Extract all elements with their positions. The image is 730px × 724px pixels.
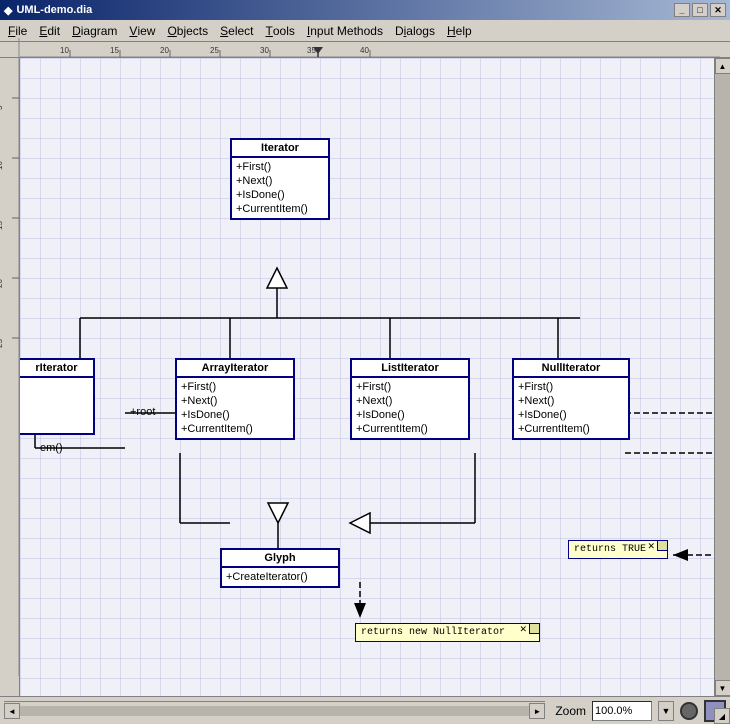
scroll-right-button[interactable]: ► — [529, 703, 545, 719]
class-iterator[interactable]: Iterator +First() +Next() +IsDone() +Cur… — [230, 138, 330, 220]
titlebar: ◆ UML-demo.dia _ □ ✕ — [0, 0, 730, 20]
zoom-input[interactable] — [592, 701, 652, 721]
menu-view[interactable]: View — [123, 20, 161, 41]
class-listiterator-title: ListIterator — [352, 360, 468, 378]
root-label: +root — [130, 406, 155, 418]
titlebar-controls: _ □ ✕ — [674, 3, 726, 17]
scroll-left-button[interactable]: ◄ — [4, 703, 20, 719]
svg-text:25: 25 — [210, 46, 219, 55]
minimize-button[interactable]: _ — [674, 3, 690, 17]
class-nulliterator-title: NullIterator — [514, 360, 628, 378]
class-iterator-body: +First() +Next() +IsDone() +CurrentItem(… — [232, 158, 328, 218]
maximize-button[interactable]: □ — [692, 3, 708, 17]
class-riterator[interactable]: rIterator — [20, 358, 95, 435]
resize-grip[interactable]: ◢ — [714, 708, 730, 724]
zoom-dropdown-button[interactable]: ▼ — [658, 701, 674, 721]
window-title: UML-demo.dia — [16, 4, 92, 16]
class-glyph-title: Glyph — [222, 550, 338, 568]
zoom-label: Zoom — [555, 704, 586, 718]
status-circle-button[interactable] — [680, 702, 698, 720]
scrollbar-right: ▲ ▼ — [714, 58, 730, 696]
menu-edit[interactable]: Edit — [33, 20, 66, 41]
svg-text:20: 20 — [0, 279, 4, 288]
class-glyph[interactable]: Glyph +CreateIterator() — [220, 548, 340, 588]
class-listiterator[interactable]: ListIterator +First() +Next() +IsDone() … — [350, 358, 470, 440]
svg-text:40: 40 — [360, 46, 369, 55]
app-icon: ◆ — [4, 4, 12, 17]
ruler-top: 10 15 20 25 30 35 40 — [0, 42, 730, 58]
svg-text:15: 15 — [110, 46, 119, 55]
statusbar: ◄ ► Zoom ▼ ◢ — [0, 696, 730, 724]
scroll-track-right[interactable] — [715, 74, 730, 680]
svg-text:20: 20 — [160, 46, 169, 55]
close-button[interactable]: ✕ — [710, 3, 726, 17]
menubar: File Edit Diagram View Objects Select To… — [0, 20, 730, 42]
scroll-track-horizontal[interactable] — [20, 706, 529, 716]
class-listiterator-body: +First() +Next() +IsDone() +CurrentItem(… — [352, 378, 468, 438]
svg-text:5: 5 — [0, 105, 4, 110]
svg-text:10: 10 — [0, 161, 4, 170]
svg-text:25: 25 — [0, 339, 4, 348]
canvas[interactable]: Iterator +First() +Next() +IsDone() +Cur… — [20, 58, 714, 696]
class-iterator-title: Iterator — [232, 140, 328, 158]
menu-dialogs[interactable]: Dialogs — [389, 20, 441, 41]
menu-select[interactable]: Select — [214, 20, 259, 41]
ruler-left: 5 10 15 20 25 — [0, 58, 20, 696]
scroll-down-button[interactable]: ▼ — [715, 680, 730, 696]
class-glyph-body: +CreateIterator() — [222, 568, 338, 586]
class-arrayiterator[interactable]: ArrayIterator +First() +Next() +IsDone()… — [175, 358, 295, 440]
scroll-up-button[interactable]: ▲ — [715, 58, 730, 74]
menu-objects[interactable]: Objects — [161, 20, 214, 41]
note-returns-null-close[interactable]: ✕ — [519, 625, 527, 635]
menu-input-methods[interactable]: Input Methods — [301, 20, 389, 41]
class-riterator-body — [20, 378, 93, 433]
svg-text:30: 30 — [260, 46, 269, 55]
menu-help[interactable]: Help — [441, 20, 478, 41]
class-riterator-title: rIterator — [20, 360, 93, 378]
note-returns-true-text: returns TRUE — [574, 544, 646, 555]
note-returns-true-close[interactable]: ✕ — [647, 542, 655, 552]
note-returns-true[interactable]: returns TRUE ✕ — [568, 540, 668, 559]
class-nulliterator-body: +First() +Next() +IsDone() +CurrentItem(… — [514, 378, 628, 438]
em-label: em() — [40, 442, 63, 454]
svg-text:10: 10 — [60, 46, 69, 55]
svg-text:15: 15 — [0, 221, 4, 230]
menu-tools[interactable]: Tools — [260, 20, 301, 41]
note-returns-null-text: returns new NullIterator — [361, 627, 505, 638]
menu-diagram[interactable]: Diagram — [66, 20, 123, 41]
note-returns-null[interactable]: returns new NullIterator ✕ — [355, 623, 540, 642]
class-arrayiterator-body: +First() +Next() +IsDone() +CurrentItem(… — [177, 378, 293, 438]
class-nulliterator[interactable]: NullIterator +First() +Next() +IsDone() … — [512, 358, 630, 440]
class-arrayiterator-title: ArrayIterator — [177, 360, 293, 378]
main-area: 5 10 15 20 25 — [0, 58, 730, 696]
